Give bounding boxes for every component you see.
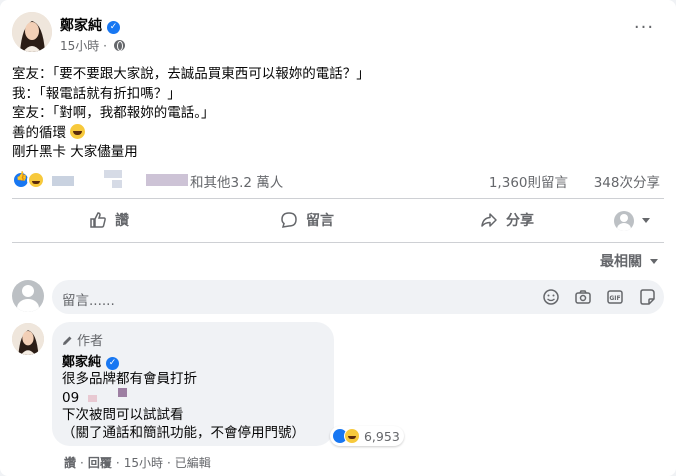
redacted-number [118, 388, 128, 397]
post-line: 室友：「對啊，我都報妳的電話。」 [12, 105, 215, 121]
comment-actions: 讚 · 回覆 · 15小時 · 已編輯 [64, 456, 211, 470]
reactions-summary: 和其他3.2 萬人 1,360則留言 348次分享 [12, 170, 664, 191]
chevron-down-icon [642, 218, 650, 223]
laughing-emoji-icon [70, 123, 86, 139]
redacted-number [87, 395, 97, 402]
post-text: 室友：「要不要跟大家說，去誠品買東西可以報妳的電話？」 我：「報電話就有折扣嗎？… [12, 65, 612, 163]
author-name[interactable]: 鄭家純 ✓ [60, 15, 120, 35]
post-line: 善的循環 [12, 123, 612, 144]
comment-sort-dropdown[interactable]: 最相關 [600, 251, 658, 271]
comments-count[interactable]: 1,360則留言 [489, 171, 568, 191]
redacted-name [146, 174, 188, 186]
verified-badge-icon: ✓ [106, 357, 120, 370]
divider [12, 242, 664, 243]
redacted-name [112, 180, 122, 188]
comment-placeholder: 留言...... [62, 293, 115, 309]
post-meta: 15小時 · [60, 37, 125, 54]
comment-composer: 留言...... GIF [12, 280, 664, 314]
post-header: 鄭家純 ✓ 15小時 · ··· [12, 12, 664, 56]
comment-reply-link[interactable]: 回覆 [88, 456, 112, 470]
gif-icon[interactable]: GIF [606, 288, 624, 306]
speech-bubble-icon [281, 212, 297, 228]
haha-reaction-icon[interactable] [27, 171, 45, 189]
divider [12, 198, 664, 199]
post-line: 室友：「要不要跟大家說，去誠品買東西可以報妳的電話？」 [12, 66, 370, 82]
commenter-avatar[interactable] [12, 323, 44, 355]
shares-count[interactable]: 348次分享 [594, 171, 660, 191]
emoji-icon[interactable] [542, 288, 560, 306]
share-arrow-icon [481, 213, 497, 227]
comment-time[interactable]: 15小時 [124, 456, 163, 470]
post-actions: 讚 留言 分享 [12, 203, 664, 239]
author-badge: 作者 [62, 330, 103, 349]
comment-bubble: 作者 鄭家純 ✓ 很多品牌都有會員打折 09 下次被問可以試試看 （關了通話和簡訊… [52, 322, 334, 446]
commenter-name[interactable]: 鄭家純 ✓ [62, 351, 120, 370]
camera-icon[interactable] [574, 288, 592, 306]
post-line: 剛升黑卡 大家儘量用 [12, 144, 138, 160]
like-button[interactable]: 讚 [89, 203, 129, 239]
comment-like-link[interactable]: 讚 [64, 456, 76, 470]
more-options-button[interactable]: ··· [632, 19, 656, 40]
post-time[interactable]: 15小時 [60, 39, 99, 53]
share-button[interactable]: 分享 [480, 203, 534, 239]
viewer-avatar [614, 211, 634, 231]
globe-icon [113, 40, 125, 51]
sticker-icon[interactable] [638, 288, 656, 306]
comment-line: 下次被問可以試試看 [62, 407, 184, 423]
redacted-name [104, 170, 122, 178]
comment-reactions[interactable]: 6,953 [330, 426, 404, 446]
reactions-others[interactable]: 和其他3.2 萬人 [190, 171, 283, 191]
composer-tools: GIF [533, 288, 656, 306]
redacted-name [52, 176, 74, 186]
reaction-identity-selector[interactable] [614, 211, 650, 231]
author-avatar[interactable] [12, 12, 52, 52]
svg-text:GIF: GIF [609, 295, 620, 302]
comment-edited: 已編輯 [174, 456, 211, 470]
post-card: 鄭家純 ✓ 15小時 · ··· 室友：「要不要跟大家說，去誠品買東西可以報妳的電… [0, 0, 676, 476]
comment-button[interactable]: 留言 [280, 203, 334, 239]
viewer-avatar [12, 280, 44, 312]
comment-line: 09 [62, 388, 305, 406]
haha-reaction-icon [344, 428, 360, 444]
pencil-icon [63, 336, 72, 345]
comment-text: 很多品牌都有會員打折 09 下次被問可以試試看 （關了通話和簡訊功能，不會停用門… [62, 370, 305, 442]
comment-line: 很多品牌都有會員打折 [62, 371, 197, 387]
comment-line: （關了通話和簡訊功能，不會停用門號） [62, 425, 305, 441]
post-line: 我：「報電話就有折扣嗎？」 [12, 85, 181, 102]
verified-badge-icon: ✓ [107, 21, 120, 34]
chevron-down-icon [650, 259, 658, 264]
comment-reaction-count: 6,953 [363, 429, 400, 444]
comment-input[interactable]: 留言...... GIF [52, 280, 664, 314]
thumbs-up-icon [90, 212, 106, 228]
